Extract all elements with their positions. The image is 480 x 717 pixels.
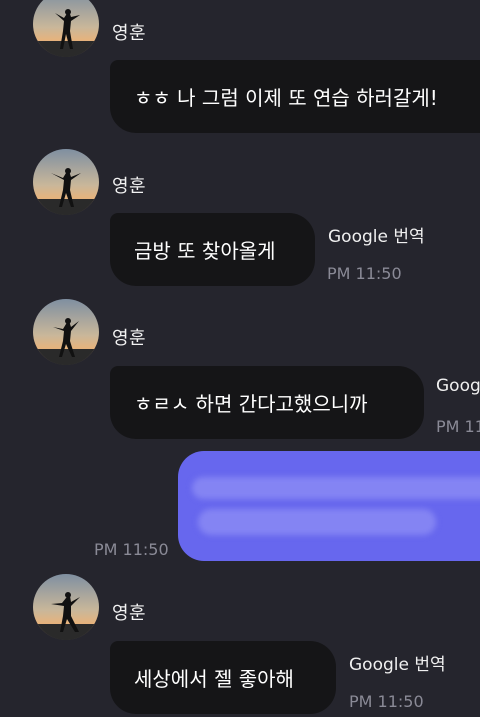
avatar[interactable] [33, 149, 99, 215]
sender-name: 영훈 [112, 328, 147, 349]
message-text: 세상에서 젤 좋아해 [134, 667, 294, 691]
message-bubble[interactable]: 세상에서 젤 좋아해 [110, 641, 336, 714]
silhouette-at-sunset-avatar-icon [33, 149, 99, 215]
avatar[interactable] [33, 299, 99, 365]
silhouette-at-sunset-avatar-icon [33, 0, 99, 57]
redaction-scribble [192, 477, 480, 499]
message-time: PM 11:50 [94, 540, 169, 559]
message-bubble[interactable]: ㅎㄹㅅ 하면 간다고했으니까 [110, 366, 424, 439]
sender-name: 영훈 [112, 176, 147, 197]
message-text: ㅎㅎ 나 그럼 이제 또 연습 하러갈게! [134, 86, 438, 110]
message-text: 금방 또 찾아올게 [134, 239, 276, 263]
sender-name: 영훈 [112, 23, 147, 44]
silhouette-at-sunset-avatar-icon [33, 299, 99, 365]
avatar[interactable] [33, 0, 99, 57]
sender-name: 영훈 [112, 603, 147, 624]
sent-message-bubble[interactable] [178, 451, 480, 561]
google-translate-link[interactable]: Goog [436, 376, 480, 396]
message-text: ㅎㄹㅅ 하면 간다고했으니까 [134, 392, 368, 416]
avatar[interactable] [33, 574, 99, 640]
silhouette-at-sunset-avatar-icon [33, 574, 99, 640]
google-translate-link[interactable]: Google 번역 [349, 650, 446, 675]
message-time: PM 11:50 [327, 264, 402, 283]
message-bubble[interactable]: 금방 또 찾아올게 [110, 213, 315, 286]
message-bubble[interactable]: ㅎㅎ 나 그럼 이제 또 연습 하러갈게! [110, 60, 480, 133]
message-time: PM 11: [436, 417, 480, 436]
message-time: PM 11:50 [349, 692, 424, 711]
google-translate-link[interactable]: Google 번역 [328, 222, 425, 247]
redaction-scribble [198, 509, 436, 535]
